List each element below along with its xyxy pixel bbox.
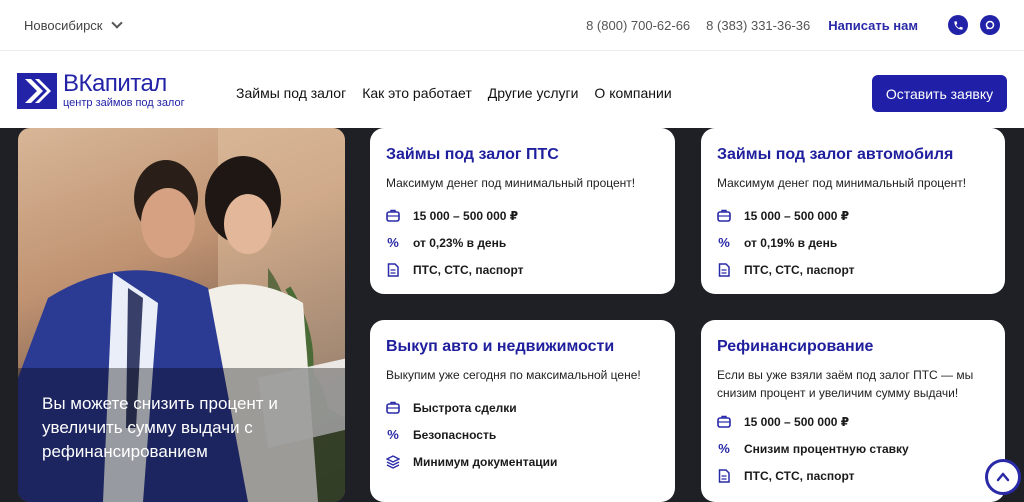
promo-card[interactable]: Вы можете снизить процент и увеличить су… bbox=[18, 128, 345, 502]
percent-icon: % bbox=[387, 235, 399, 250]
city-label[interactable]: Новосибирск bbox=[24, 18, 103, 33]
chevron-up-icon bbox=[996, 472, 1010, 482]
document-icon bbox=[386, 262, 400, 277]
feature-item: ПТС, СТС, паспорт bbox=[717, 462, 989, 489]
feature-item: Быстрота сделки bbox=[386, 394, 659, 421]
city-selector[interactable]: Новосибирск bbox=[24, 17, 123, 33]
logo-subtitle: центр займов под залог bbox=[63, 97, 185, 109]
feature-text: Безопасность bbox=[413, 427, 497, 442]
feature-text: ПТС, СТС, паспорт bbox=[744, 262, 855, 277]
main-header: ВКапитал центр займов под залог Займы по… bbox=[0, 51, 1024, 128]
phone-local[interactable]: 8 (383) 331-36-36 bbox=[706, 18, 810, 33]
menu-item-other-services[interactable]: Другие услуги bbox=[488, 85, 579, 101]
card-description: Максимум денег под минимальный процент! bbox=[386, 176, 636, 190]
logo-text: ВКапитал центр займов под залог bbox=[63, 70, 185, 110]
feature-text: Минимум документации bbox=[413, 454, 558, 469]
logo-name: ВКапитал bbox=[63, 70, 167, 97]
product-card[interactable]: Выкуп авто и недвижимости Выкупим уже се… bbox=[370, 320, 675, 502]
briefcase-icon bbox=[717, 415, 731, 429]
document-icon bbox=[717, 262, 731, 277]
briefcase-icon bbox=[386, 401, 400, 415]
document-icon bbox=[717, 468, 731, 483]
feature-item: % Снизим процентную ставку bbox=[717, 435, 989, 462]
feature-text: 15 000 – 500 000 ₽ bbox=[744, 208, 850, 223]
feature-item: Минимум документации bbox=[386, 448, 659, 475]
contacts: 8 (800) 700-62-66 8 (383) 331-36-36 Напи… bbox=[586, 15, 1000, 35]
feature-text: 15 000 – 500 000 ₽ bbox=[744, 414, 850, 429]
briefcase-icon bbox=[717, 209, 731, 223]
feature-item: ПТС, СТС, паспорт bbox=[717, 256, 989, 283]
menu-item-loans[interactable]: Займы под залог bbox=[236, 85, 346, 101]
product-card[interactable]: Рефинансирование Если вы уже взяли заём … bbox=[701, 320, 1005, 502]
chat-icon[interactable] bbox=[980, 15, 1000, 35]
feature-text: Снизим процентную ставку bbox=[744, 441, 909, 456]
feature-text: от 0,19% в день bbox=[744, 235, 838, 250]
feature-item: 15 000 – 500 000 ₽ bbox=[386, 202, 659, 229]
phone-federal[interactable]: 8 (800) 700-62-66 bbox=[586, 18, 690, 33]
layers-icon bbox=[386, 454, 400, 469]
percent-icon: % bbox=[718, 441, 730, 456]
top-bar: Новосибирск 8 (800) 700-62-66 8 (383) 33… bbox=[0, 0, 1024, 50]
promo-text: Вы можете снизить процент и увеличить су… bbox=[42, 394, 278, 461]
feature-text: от 0,23% в день bbox=[413, 235, 507, 250]
card-title[interactable]: Займы под залог автомобиля bbox=[717, 146, 989, 164]
feature-item: % от 0,19% в день bbox=[717, 229, 989, 256]
feature-item: ПТС, СТС, паспорт bbox=[386, 256, 659, 283]
scroll-to-top-button[interactable] bbox=[985, 459, 1021, 495]
logo[interactable]: ВКапитал центр займов под залог bbox=[17, 70, 185, 110]
product-card[interactable]: Займы под залог автомобиля Максимум дене… bbox=[701, 128, 1005, 294]
card-title[interactable]: Займы под залог ПТС bbox=[386, 146, 659, 164]
feature-item: % Безопасность bbox=[386, 421, 659, 448]
card-features: 15 000 – 500 000 ₽ % Снизим процентную с… bbox=[717, 408, 989, 489]
main-menu: Займы под залог Как это работает Другие … bbox=[236, 85, 672, 101]
menu-item-about[interactable]: О компании bbox=[594, 85, 671, 101]
card-features: 15 000 – 500 000 ₽ % от 0,19% в день ПТС… bbox=[717, 202, 989, 283]
feature-item: % от 0,23% в день bbox=[386, 229, 659, 256]
feature-item: 15 000 – 500 000 ₽ bbox=[717, 408, 989, 435]
card-features: 15 000 – 500 000 ₽ % от 0,23% в день ПТС… bbox=[386, 202, 659, 283]
phone-icon[interactable] bbox=[948, 15, 968, 35]
card-description: Выкупим уже сегодня по максимальной цене… bbox=[386, 368, 641, 382]
feature-text: Быстрота сделки bbox=[413, 400, 517, 415]
card-title[interactable]: Рефинансирование bbox=[717, 338, 989, 356]
card-description: Максимум денег под минимальный процент! bbox=[717, 176, 967, 190]
logo-mark-icon bbox=[17, 73, 57, 109]
card-features: Быстрота сделки % Безопасность Минимум д… bbox=[386, 394, 659, 475]
feature-text: ПТС, СТС, паспорт bbox=[744, 468, 855, 483]
card-title[interactable]: Выкуп авто и недвижимости bbox=[386, 338, 659, 356]
chevron-down-icon[interactable] bbox=[110, 17, 123, 29]
apply-button[interactable]: Оставить заявку bbox=[872, 75, 1007, 112]
percent-icon: % bbox=[387, 427, 399, 442]
briefcase-icon bbox=[386, 209, 400, 223]
card-description: Если вы уже взяли заём под залог ПТС — м… bbox=[717, 368, 974, 400]
write-us-link[interactable]: Написать нам bbox=[828, 18, 918, 33]
feature-item: 15 000 – 500 000 ₽ bbox=[717, 202, 989, 229]
feature-text: ПТС, СТС, паспорт bbox=[413, 262, 524, 277]
feature-text: 15 000 – 500 000 ₽ bbox=[413, 208, 519, 223]
menu-item-how-it-works[interactable]: Как это работает bbox=[362, 85, 472, 101]
percent-icon: % bbox=[718, 235, 730, 250]
product-card[interactable]: Займы под залог ПТС Максимум денег под м… bbox=[370, 128, 675, 294]
